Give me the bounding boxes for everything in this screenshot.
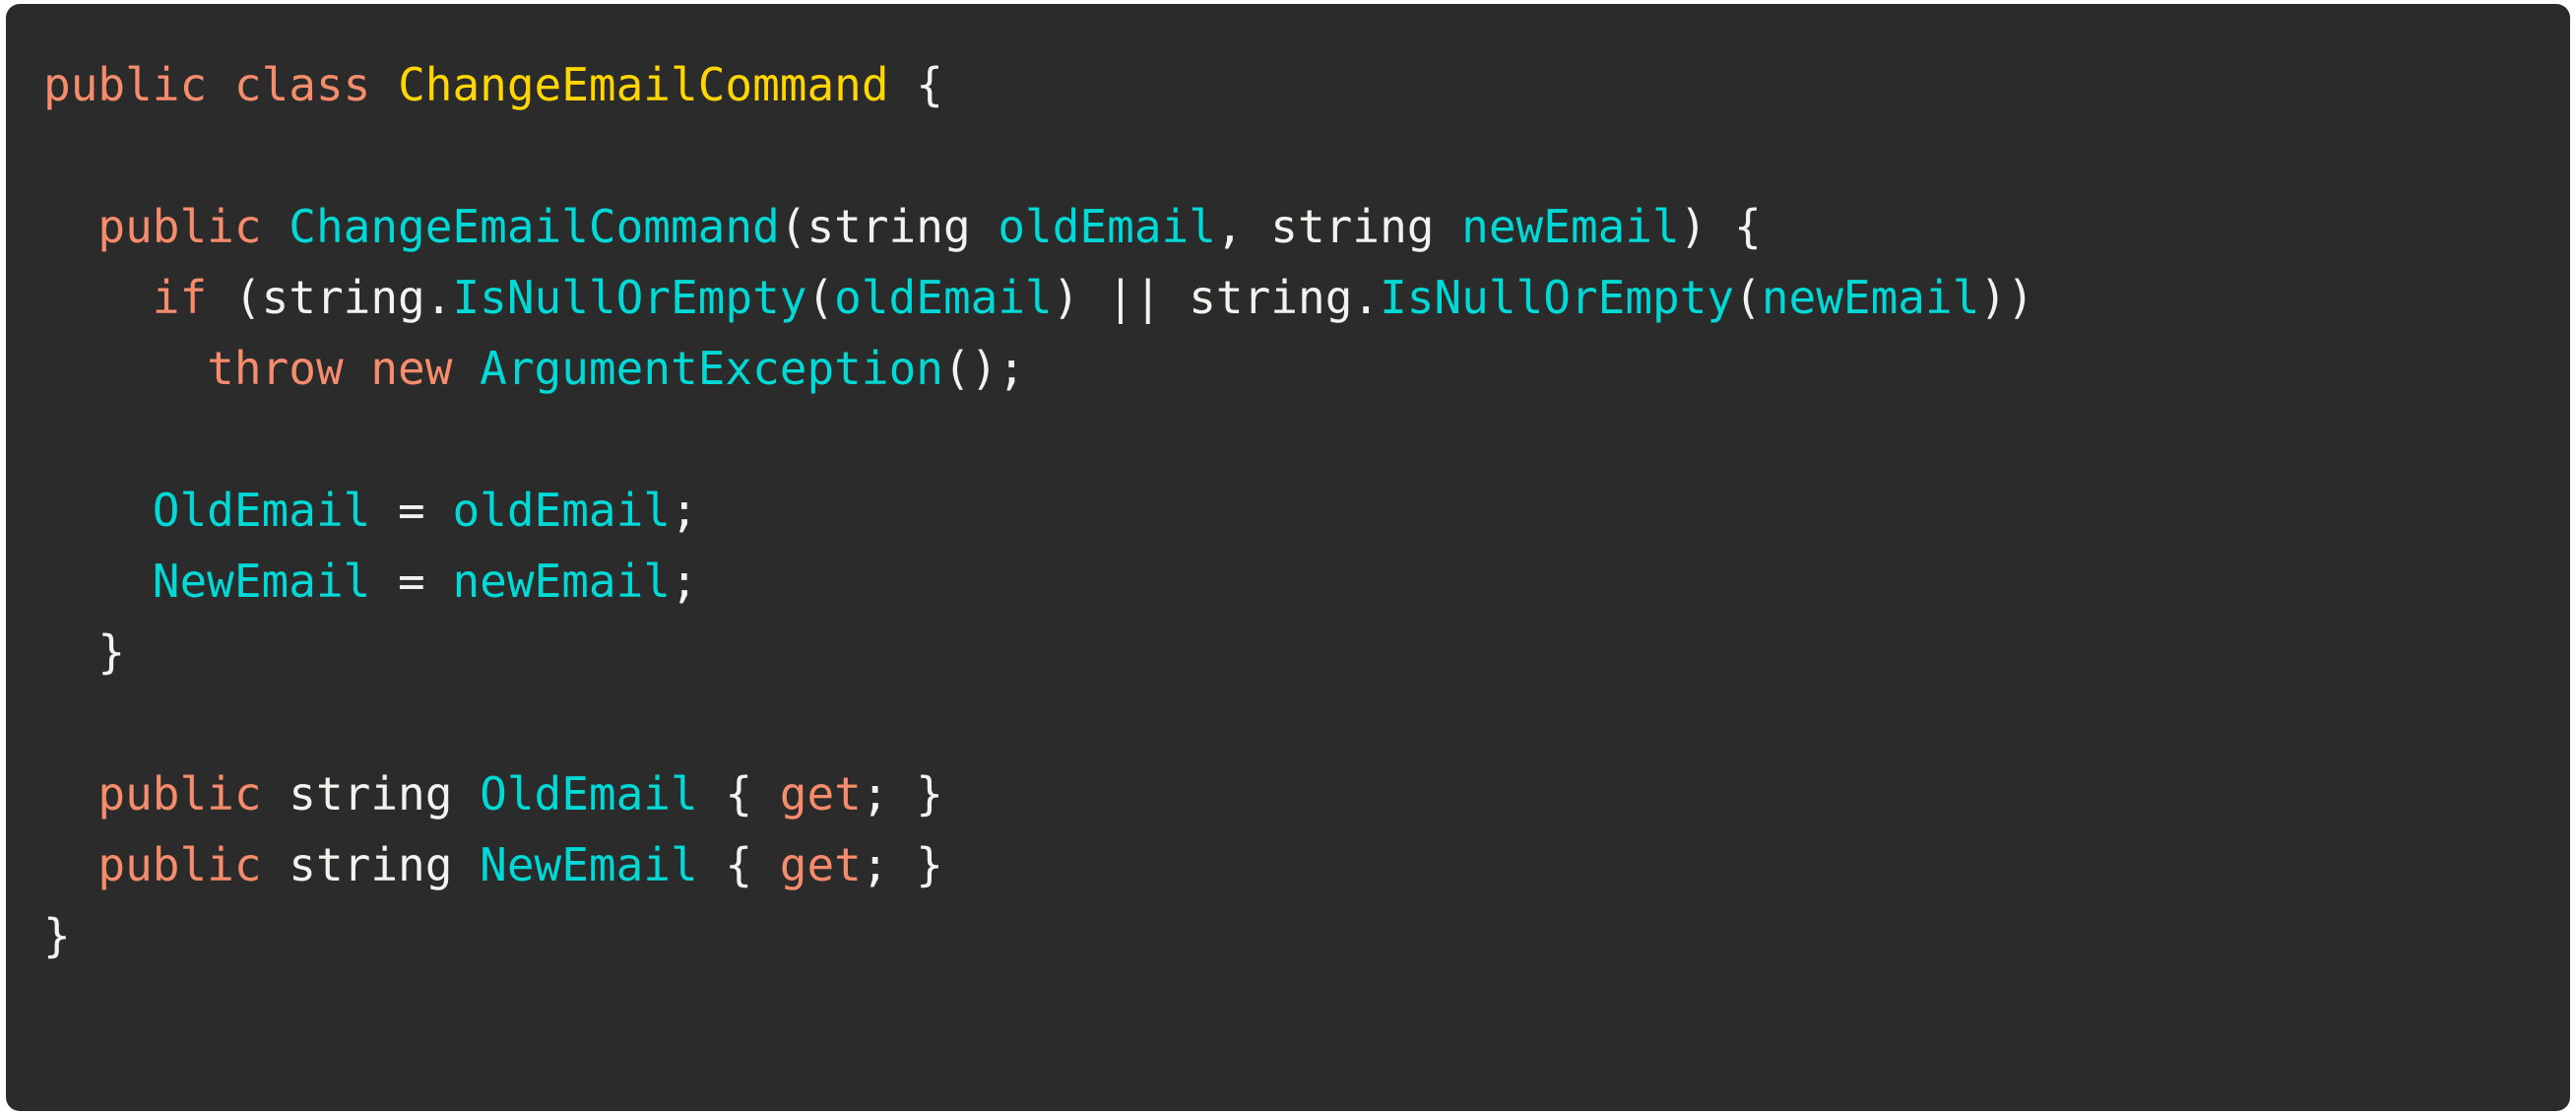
code-token-punct: . — [424, 271, 453, 324]
code-token-keyword: new — [370, 342, 453, 395]
code-token-punct: } — [43, 909, 71, 962]
code-token-ident: OldEmail — [480, 767, 698, 820]
code-snippet-card: public class ChangeEmailCommand { public… — [6, 4, 2570, 1111]
code-token-punct: , — [1215, 200, 1271, 253]
code-token-func: IsNullOrEmpty — [452, 271, 807, 324]
code-token-punct: ( — [779, 200, 807, 253]
code-token-class: ChangeEmailCommand — [398, 58, 889, 111]
code-token-keyword: public — [97, 767, 262, 820]
code-token-punct: )) — [1979, 271, 2034, 324]
code-token-ident: NewEmail — [152, 555, 371, 608]
code-token-punct: . — [1352, 271, 1381, 324]
code-token-op: || — [1079, 271, 1190, 324]
code-token-type: ArgumentException — [480, 342, 943, 395]
code-token-keyword: get — [779, 838, 862, 891]
code-line: } — [6, 617, 2570, 688]
code-token-op: = — [370, 555, 453, 608]
code-token-ident: newEmail — [452, 555, 671, 608]
code-line: if (string.IsNullOrEmpty(oldEmail) || st… — [6, 262, 2570, 333]
code-token-keyword: throw — [207, 342, 344, 395]
code-token-punct: { — [697, 767, 780, 820]
code-token-punct: { — [1734, 200, 1762, 253]
code-line: public string NewEmail { get; } — [6, 829, 2570, 900]
code-line: OldEmail = oldEmail; — [6, 475, 2570, 546]
code-token-keyword: public — [43, 58, 208, 111]
code-token-punct: ( — [207, 271, 262, 324]
code-token-keyword: get — [779, 767, 862, 820]
code-block[interactable]: public class ChangeEmailCommand { public… — [6, 49, 2570, 971]
code-token-op: = — [370, 484, 453, 537]
code-token-plain: string — [289, 838, 453, 891]
code-token-punct: ; } — [861, 767, 943, 820]
code-line: public string OldEmail { get; } — [6, 758, 2570, 829]
code-line: throw new ArgumentException(); — [6, 333, 2570, 404]
code-token-punct: { — [916, 58, 943, 111]
code-token-keyword: class — [233, 58, 371, 111]
code-token-ident: OldEmail — [152, 484, 371, 537]
code-token-plain: string — [289, 767, 453, 820]
code-line: NewEmail = newEmail; — [6, 546, 2570, 617]
code-token-plain: string — [261, 271, 425, 324]
code-token-punct: ( — [806, 271, 835, 324]
code-token-punct: } — [97, 625, 126, 679]
code-token-punct: ( — [1734, 271, 1762, 324]
code-token-punct: { — [697, 838, 780, 891]
code-line: } — [6, 900, 2570, 971]
code-token-func: ChangeEmailCommand — [289, 200, 780, 253]
code-token-param: newEmail — [1461, 200, 1680, 253]
code-line: public class ChangeEmailCommand { — [6, 49, 2570, 120]
code-token-punct: ) — [1679, 200, 1735, 253]
code-token-keyword: public — [97, 838, 262, 891]
code-token-plain: string — [1189, 271, 1353, 324]
code-token-param: oldEmail — [834, 271, 1053, 324]
code-token-param: newEmail — [1761, 271, 1980, 324]
code-token-punct: ; — [671, 555, 698, 608]
code-token-punct: (); — [942, 342, 1026, 395]
code-token-ident: oldEmail — [452, 484, 671, 537]
code-token-punct: ; — [671, 484, 698, 537]
code-token-param: oldEmail — [998, 200, 1216, 253]
code-token-punct: ; } — [861, 838, 943, 891]
code-token-ident: NewEmail — [480, 838, 698, 891]
code-token-punct: ) — [1052, 271, 1080, 324]
code-token-keyword: if — [152, 271, 208, 324]
code-token-keyword: public — [97, 200, 262, 253]
code-token-plain: string — [806, 200, 971, 253]
code-token-func: IsNullOrEmpty — [1380, 271, 1735, 324]
code-line: public ChangeEmailCommand(string oldEmai… — [6, 191, 2570, 262]
code-token-plain: string — [1270, 200, 1435, 253]
